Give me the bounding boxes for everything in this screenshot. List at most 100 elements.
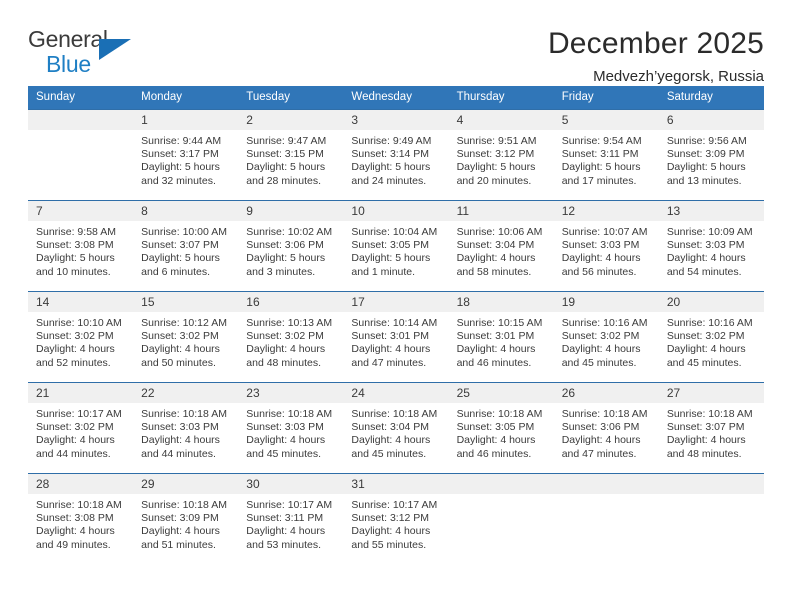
calendar-day-cell[interactable]: 3 Sunrise: 9:49 AM Sunset: 3:14 PM Daylight… — [343, 109, 449, 201]
day-number: 15 — [133, 292, 239, 312]
day-sun-info: Sunrise: 10:18 AM Sunset: 3:04 PM Daylight… — [343, 403, 448, 461]
day-sun-info: Sunrise: 10:10 AM Sunset: 3:02 PM Daylight… — [28, 312, 133, 370]
daylight-text-line2: and 45 minutes. — [246, 447, 321, 460]
calendar-day-cell[interactable]: 2 Sunrise: 9:47 AM Sunset: 3:15 PM Daylight… — [238, 109, 344, 201]
calendar-day-cell[interactable]: 19 Sunrise: 10:16 AM Sunset: 3:02 PM Daylig… — [553, 291, 659, 383]
day-sun-info: Sunrise: 10:17 AM Sunset: 3:12 PM Daylight… — [343, 494, 448, 552]
day-number — [658, 474, 764, 494]
day-sun-info: Sunrise: 10:09 AM Sunset: 3:03 PM Daylight… — [659, 221, 764, 279]
daylight-text-line1: Daylight: 4 hours — [351, 525, 431, 538]
calendar-day-cell[interactable]: 29 Sunrise: 10:18 AM Sunset: 3:09 PM Daylig… — [133, 473, 239, 564]
day-number: 31 — [343, 474, 449, 494]
day-number — [553, 474, 659, 494]
sunrise-text: Sunrise: 9:47 AM — [246, 135, 327, 147]
day-cell-content: 15 Sunrise: 10:12 AM Sunset: 3:02 PM Daylig… — [133, 292, 239, 382]
calendar-week-row: 1 Sunrise: 9:44 AM Sunset: 3:17 PM Daylight… — [28, 109, 764, 201]
sunrise-text: Sunrise: 9:44 AM — [141, 135, 222, 147]
calendar-day-cell[interactable]: 17 Sunrise: 10:14 AM Sunset: 3:01 PM Daylig… — [343, 291, 449, 383]
calendar-day-cell[interactable]: 6 Sunrise: 9:56 AM Sunset: 3:09 PM Daylight… — [658, 109, 764, 201]
sunrise-text: Sunrise: 10:13 AM — [246, 317, 333, 329]
daylight-text-line1: Daylight: 4 hours — [141, 434, 220, 447]
sunrise-text: Sunrise: 9:51 AM — [456, 135, 537, 147]
daylight-text-line2: and 53 minutes. — [246, 538, 321, 551]
calendar-day-cell[interactable]: 4 Sunrise: 9:51 AM Sunset: 3:12 PM Daylight… — [448, 109, 554, 201]
calendar-day-cell[interactable]: 22 Sunrise: 10:18 AM Sunset: 3:03 PM Daylig… — [133, 382, 239, 474]
calendar-day-cell[interactable]: 13 Sunrise: 10:09 AM Sunset: 3:03 PM Daylig… — [658, 200, 764, 292]
calendar-day-cell[interactable]: 27 Sunrise: 10:18 AM Sunset: 3:07 PM Daylig… — [658, 382, 764, 474]
day-cell-content: 25 Sunrise: 10:18 AM Sunset: 3:05 PM Daylig… — [448, 383, 554, 473]
daylight-text-line2: and 46 minutes. — [456, 447, 532, 460]
day-number: 19 — [553, 292, 659, 312]
sunrise-text: Sunrise: 9:56 AM — [666, 135, 747, 147]
day-number: 18 — [448, 292, 554, 312]
calendar-day-cell[interactable]: 16 Sunrise: 10:13 AM Sunset: 3:02 PM Daylig… — [238, 291, 344, 383]
calendar-day-cell[interactable]: 26 Sunrise: 10:18 AM Sunset: 3:06 PM Daylig… — [553, 382, 659, 474]
sunset-text: Sunset: 3:14 PM — [351, 148, 430, 161]
daylight-text-line2: and 54 minutes. — [666, 265, 742, 278]
sunset-text: Sunset: 3:04 PM — [456, 239, 535, 252]
calendar-day-cell[interactable]: 25 Sunrise: 10:18 AM Sunset: 3:05 PM Daylig… — [448, 382, 554, 474]
day-sun-info: Sunrise: 10:18 AM Sunset: 3:03 PM Daylight… — [133, 403, 238, 461]
calendar-day-cell[interactable]: 24 Sunrise: 10:18 AM Sunset: 3:04 PM Daylig… — [343, 382, 449, 474]
day-sun-info: Sunrise: 10:14 AM Sunset: 3:01 PM Daylight… — [343, 312, 448, 370]
day-cell-content — [658, 474, 764, 564]
day-cell-content: 12 Sunrise: 10:07 AM Sunset: 3:03 PM Daylig… — [553, 201, 659, 291]
day-number: 10 — [343, 201, 449, 221]
sunrise-text: Sunrise: 9:54 AM — [561, 135, 642, 147]
sunrise-text: Sunrise: 10:06 AM — [456, 226, 543, 238]
calendar-day-cell[interactable]: 14 Sunrise: 10:10 AM Sunset: 3:02 PM Daylig… — [28, 291, 134, 383]
calendar-day-cell[interactable]: 18 Sunrise: 10:15 AM Sunset: 3:01 PM Daylig… — [448, 291, 554, 383]
sunrise-text: Sunrise: 10:18 AM — [141, 408, 227, 420]
day-cell-content: 17 Sunrise: 10:14 AM Sunset: 3:01 PM Daylig… — [343, 292, 449, 382]
day-sun-info: Sunrise: 10:15 AM Sunset: 3:01 PM Daylight… — [449, 312, 554, 370]
sunrise-text: Sunrise: 10:18 AM — [561, 408, 648, 420]
calendar-day-cell[interactable]: 10 Sunrise: 10:04 AM Sunset: 3:05 PM Daylig… — [343, 200, 449, 292]
logo-text-general: General — [28, 26, 108, 52]
calendar-day-cell[interactable]: 7 Sunrise: 9:58 AM Sunset: 3:08 PM Daylight… — [28, 200, 134, 292]
calendar-day-cell[interactable]: 1 Sunrise: 9:44 AM Sunset: 3:17 PM Daylight… — [133, 109, 239, 201]
day-number: 28 — [28, 474, 134, 494]
day-number: 12 — [553, 201, 659, 221]
page-header: General Blue December 2025 Medvezh’yegor… — [28, 0, 764, 86]
day-number: 29 — [133, 474, 239, 494]
sunrise-text: Sunrise: 10:04 AM — [351, 226, 438, 238]
calendar-day-cell[interactable]: 23 Sunrise: 10:18 AM Sunset: 3:03 PM Daylig… — [238, 382, 344, 474]
calendar-day-cell[interactable]: 31 Sunrise: 10:17 AM Sunset: 3:12 PM Daylig… — [343, 473, 449, 564]
daylight-text-line2: and 52 minutes. — [36, 356, 111, 369]
weekday-header-sunday: Sunday — [28, 86, 134, 110]
calendar-day-cell[interactable]: 8 Sunrise: 10:00 AM Sunset: 3:07 PM Dayligh… — [133, 200, 239, 292]
calendar-day-cell[interactable]: 28 Sunrise: 10:18 AM Sunset: 3:08 PM Daylig… — [28, 473, 134, 564]
sunset-text: Sunset: 3:05 PM — [351, 239, 430, 252]
daylight-text-line1: Daylight: 5 hours — [141, 161, 220, 174]
day-sun-info: Sunrise: 10:02 AM Sunset: 3:06 PM Daylight… — [238, 221, 343, 279]
calendar-day-cell[interactable]: 5 Sunrise: 9:54 AM Sunset: 3:11 PM Daylight… — [553, 109, 659, 201]
calendar-day-cell[interactable]: 21 Sunrise: 10:17 AM Sunset: 3:02 PM Daylig… — [28, 382, 134, 474]
sunset-text: Sunset: 3:05 PM — [456, 421, 535, 434]
calendar-day-cell[interactable]: 15 Sunrise: 10:12 AM Sunset: 3:02 PM Daylig… — [133, 291, 239, 383]
day-number: 30 — [238, 474, 344, 494]
day-number: 17 — [343, 292, 449, 312]
daylight-text-line1: Daylight: 4 hours — [351, 343, 431, 356]
daylight-text-line2: and 51 minutes. — [141, 538, 216, 551]
sunrise-text: Sunrise: 10:17 AM — [351, 499, 438, 511]
day-number: 3 — [343, 110, 449, 130]
calendar-day-cell[interactable]: 12 Sunrise: 10:07 AM Sunset: 3:03 PM Daylig… — [553, 200, 659, 292]
daylight-text-line1: Daylight: 4 hours — [141, 343, 220, 356]
calendar-day-cell[interactable]: 11 Sunrise: 10:06 AM Sunset: 3:04 PM Daylig… — [448, 200, 554, 292]
day-sun-info: Sunrise: 9:49 AM Sunset: 3:14 PM Daylight:… — [343, 130, 448, 188]
calendar-day-cell[interactable]: 30 Sunrise: 10:17 AM Sunset: 3:11 PM Daylig… — [238, 473, 344, 564]
daylight-text-line1: Daylight: 4 hours — [666, 252, 746, 265]
daylight-text-line2: and 32 minutes. — [141, 174, 216, 187]
calendar-day-cell[interactable]: 9 Sunrise: 10:02 AM Sunset: 3:06 PM Dayligh… — [238, 200, 344, 292]
sunset-text: Sunset: 3:03 PM — [561, 239, 640, 252]
daylight-text-line2: and 48 minutes. — [666, 447, 742, 460]
sunrise-text: Sunrise: 10:07 AM — [561, 226, 648, 238]
day-number: 20 — [658, 292, 764, 312]
day-cell-content: 16 Sunrise: 10:13 AM Sunset: 3:02 PM Daylig… — [238, 292, 344, 382]
day-number: 2 — [238, 110, 344, 130]
sunrise-text: Sunrise: 10:18 AM — [246, 408, 333, 420]
day-cell-content: 9 Sunrise: 10:02 AM Sunset: 3:06 PM Dayligh… — [238, 201, 344, 291]
calendar-header: Sunday Monday Tuesday Wednesday Thursday… — [28, 86, 764, 110]
day-number — [448, 474, 554, 494]
calendar-day-cell[interactable]: 20 Sunrise: 10:16 AM Sunset: 3:02 PM Daylig… — [658, 291, 764, 383]
